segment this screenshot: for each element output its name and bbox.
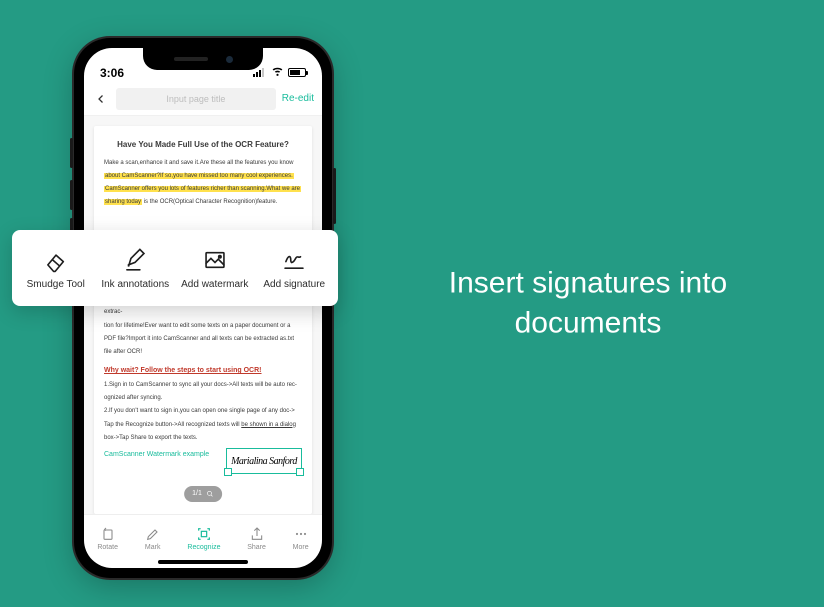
signature-icon [281,247,307,273]
rotate-icon [100,526,116,542]
wifi-icon [271,64,284,80]
battery-icon [288,68,306,77]
image-icon [202,247,228,273]
document-viewport[interactable]: Have You Made Full Use of the OCR Featur… [84,116,322,514]
share-icon [249,526,265,542]
phone-frame: 3:06 Input page title Re-edit Have You M… [74,38,332,578]
mark-button[interactable]: Mark [145,526,161,551]
reedit-button[interactable]: Re-edit [282,93,314,104]
smudge-tool-button[interactable]: Smudge Tool [16,247,96,290]
doc-line: CamScanner offers you lots of features r… [104,184,302,194]
doc-line: tion for lifetime!Ever want to edit some… [104,321,302,331]
status-time: 3:06 [100,66,124,80]
page-title-input[interactable]: Input page title [116,88,276,110]
feature-tagline: Insert signatures into documents [408,263,768,344]
document-page: Have You Made Full Use of the OCR Featur… [94,126,312,514]
more-icon [293,526,309,542]
doc-line: sharing today is the OCR(Optical Charact… [104,197,302,207]
doc-line: file after OCR! [104,347,302,357]
title-placeholder: Input page title [166,94,225,104]
pen-icon [122,247,148,273]
annotation-toolbar: Smudge Tool Ink annotations Add watermar… [12,230,338,306]
signature-object[interactable]: Marialina Sanford [226,448,302,474]
doc-line: PDF file?Import it into CamScanner and a… [104,334,302,344]
signature-text: Marialina Sanford [231,453,297,470]
doc-line: box->Tap Share to export the texts. [104,433,302,443]
recognize-button[interactable]: Recognize [187,526,220,551]
top-nav: Input page title Re-edit [84,82,322,116]
rotate-button[interactable]: Rotate [97,526,118,551]
share-button[interactable]: Share [247,526,266,551]
doc-line: about CamScanner?If so,you have missed t… [104,171,302,181]
pen-icon [145,526,161,542]
back-button[interactable] [92,90,110,108]
doc-line: 2.If you don't want to sign in,you can o… [104,406,302,416]
ink-annotations-button[interactable]: Ink annotations [96,247,176,290]
page-indicator[interactable]: 1/1 [184,486,222,502]
scan-icon [196,526,212,542]
doc-line: Tap the Recognize button->All recognized… [104,420,302,430]
eraser-icon [43,247,69,273]
add-watermark-button[interactable]: Add watermark [175,247,255,290]
doc-line: Make a scan,enhance it and save it.Are t… [104,158,302,168]
phone-screen: 3:06 Input page title Re-edit Have You M… [84,48,322,568]
doc-section-highlight: Why wait? Follow the steps to start usin… [104,365,302,377]
home-indicator[interactable] [158,560,248,564]
notch [143,48,263,70]
doc-line: ognized after syncing. [104,393,302,403]
search-icon [206,490,214,498]
doc-line: 1.Sign in to CamScanner to sync all your… [104,380,302,390]
more-button[interactable]: More [293,526,309,551]
add-signature-button[interactable]: Add signature [255,247,335,290]
doc-heading: Have You Made Full Use of the OCR Featur… [104,138,302,152]
